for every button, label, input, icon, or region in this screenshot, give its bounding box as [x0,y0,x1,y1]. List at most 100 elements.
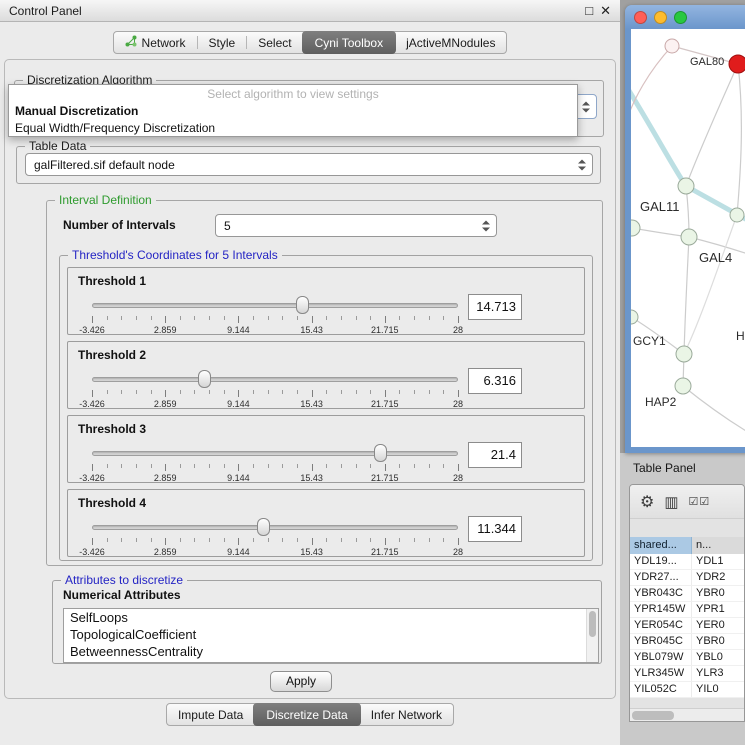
numerical-attributes-list[interactable]: SelfLoopsTopologicalCoefficientBetweenne… [63,608,599,663]
network-node[interactable] [678,178,694,194]
tab-cyni-toolbox[interactable]: Cyni Toolbox [302,31,396,54]
tab-infer-network[interactable]: Infer Network [360,704,453,725]
network-node[interactable] [730,208,744,222]
slider-tick [253,464,254,468]
table-row[interactable]: YIL052CYIL0 [630,682,744,698]
select-columns-icon[interactable]: ☑☑ [689,495,711,508]
network-node[interactable] [675,378,691,394]
slider-tick [224,316,225,320]
slider-tick [121,316,122,320]
horizontal-scrollbar-thumb[interactable] [632,711,674,720]
table-row[interactable]: YDR27...YDR2 [630,570,744,586]
slider-tick [297,464,298,468]
network-edge[interactable] [683,386,745,434]
algorithm-option-equal-width[interactable]: Equal Width/Frequency Discretization [9,120,577,137]
slider-handle[interactable] [198,370,211,388]
threshold-slider[interactable]: -3.4262.8599.14415.4321.71528 [92,370,458,408]
columns-icon[interactable]: ▥ [664,493,678,511]
tab-network[interactable]: Network [114,32,197,53]
table-cell: YLR3 [692,666,744,681]
slider-tick [268,538,269,542]
slider-tick [326,316,327,320]
threshold-value-field[interactable]: 6.316 [468,368,522,394]
list-scrollbar[interactable] [586,609,598,662]
table-row[interactable]: YER054CYER0 [630,618,744,634]
network-node[interactable] [729,55,745,73]
list-scrollbar-thumb[interactable] [589,611,596,637]
threshold-value-field[interactable]: 21.4 [468,442,522,468]
column-header-name[interactable]: n... [692,537,744,554]
network-edge[interactable] [684,237,689,354]
slider-tick [107,538,108,542]
table-row[interactable]: YLR345WYLR3 [630,666,744,682]
table-row[interactable]: YBR043CYBR0 [630,586,744,602]
slider-scale-labels: -3.4262.8599.14415.4321.71528 [92,473,458,483]
network-canvas[interactable]: GAL80GAL11GAL4GCY1HHAP2 [631,29,745,447]
close-button[interactable] [634,11,647,24]
table-row[interactable]: YDL19...YDL1 [630,554,744,570]
network-edge[interactable] [631,81,686,186]
algorithm-placeholder-option[interactable]: Select algorithm to view settings [9,85,577,103]
slider-tick [224,538,225,542]
network-edge[interactable] [631,46,672,125]
tab-select[interactable]: Select [247,32,302,53]
table-row[interactable]: YBR045CYBR0 [630,634,744,650]
attribute-list-item[interactable]: TopologicalCoefficient [64,626,598,643]
table-panel-title[interactable]: Table Panel [633,461,696,475]
slider-handle[interactable] [374,444,387,462]
slider-tick [121,464,122,468]
algorithm-option-manual[interactable]: Manual Discretization [9,103,577,120]
gear-icon[interactable]: ⚙ [640,492,654,512]
slider-scale-label: 28 [453,399,463,409]
number-of-intervals-combobox[interactable]: 5 [215,214,497,237]
network-node[interactable] [665,39,679,53]
table-rows: YDL19...YDL1YDR27...YDR2YBR043CYBR0YPR14… [630,554,744,698]
table-data-combobox[interactable]: galFiltered.sif default node [25,153,593,176]
slider-scale-label: 15.43 [300,325,323,335]
float-window-icon[interactable]: □ [585,4,593,17]
table-header-row: shared... n... [630,537,744,554]
threshold-slider[interactable]: -3.4262.8599.14415.4321.71528 [92,518,458,556]
table-cell: YPR1 [692,602,744,617]
network-edge[interactable] [737,64,741,215]
attribute-list-item[interactable]: SelfLoops [64,609,598,626]
tab-discretize-data[interactable]: Discretize Data [253,703,360,726]
slider-tick [180,390,181,394]
slider-track[interactable] [92,377,458,382]
slider-handle[interactable] [296,296,309,314]
network-edge[interactable] [632,228,689,237]
close-panel-icon[interactable]: ✕ [600,4,611,17]
network-node[interactable] [676,346,692,362]
network-node[interactable] [631,310,638,324]
attribute-list-item[interactable]: BetweennessCentrality [64,643,598,660]
threshold-slider[interactable]: -3.4262.8599.14415.4321.71528 [92,444,458,482]
tab-jactivemnodules[interactable]: jActiveMNodules [395,32,506,53]
slider-track[interactable] [92,303,458,308]
threshold-value-field[interactable]: 14.713 [468,294,522,320]
network-edge[interactable] [686,64,738,186]
threshold-slider[interactable]: -3.4262.8599.14415.4321.71528 [92,296,458,334]
tab-style[interactable]: Style [198,32,247,53]
top-tab-bar: Network Style Select Cyni Toolbox jActiv… [0,31,620,54]
table-cell: YBR0 [692,634,744,649]
column-header-shared-name[interactable]: shared... [630,537,692,554]
slider-track[interactable] [92,451,458,456]
slider-tick [370,390,371,394]
slider-track[interactable] [92,525,458,530]
threshold-value-field[interactable]: 11.344 [468,516,522,542]
slider-tick [282,390,283,394]
minimize-button[interactable] [654,11,667,24]
zoom-button[interactable] [674,11,687,24]
tab-impute-data[interactable]: Impute Data [167,704,254,725]
network-node[interactable] [631,220,640,236]
network-node[interactable] [681,229,697,245]
table-row[interactable]: YPR145WYPR1 [630,602,744,618]
apply-button[interactable]: Apply [270,671,332,692]
slider-tick [107,464,108,468]
table-row[interactable]: YBL079WYBL0 [630,650,744,666]
horizontal-scrollbar[interactable] [630,708,744,721]
titlebar-buttons: □ ✕ [585,4,611,17]
slider-scale-label: -3.426 [79,399,105,409]
slider-handle[interactable] [257,518,270,536]
slider-tick [297,390,298,394]
